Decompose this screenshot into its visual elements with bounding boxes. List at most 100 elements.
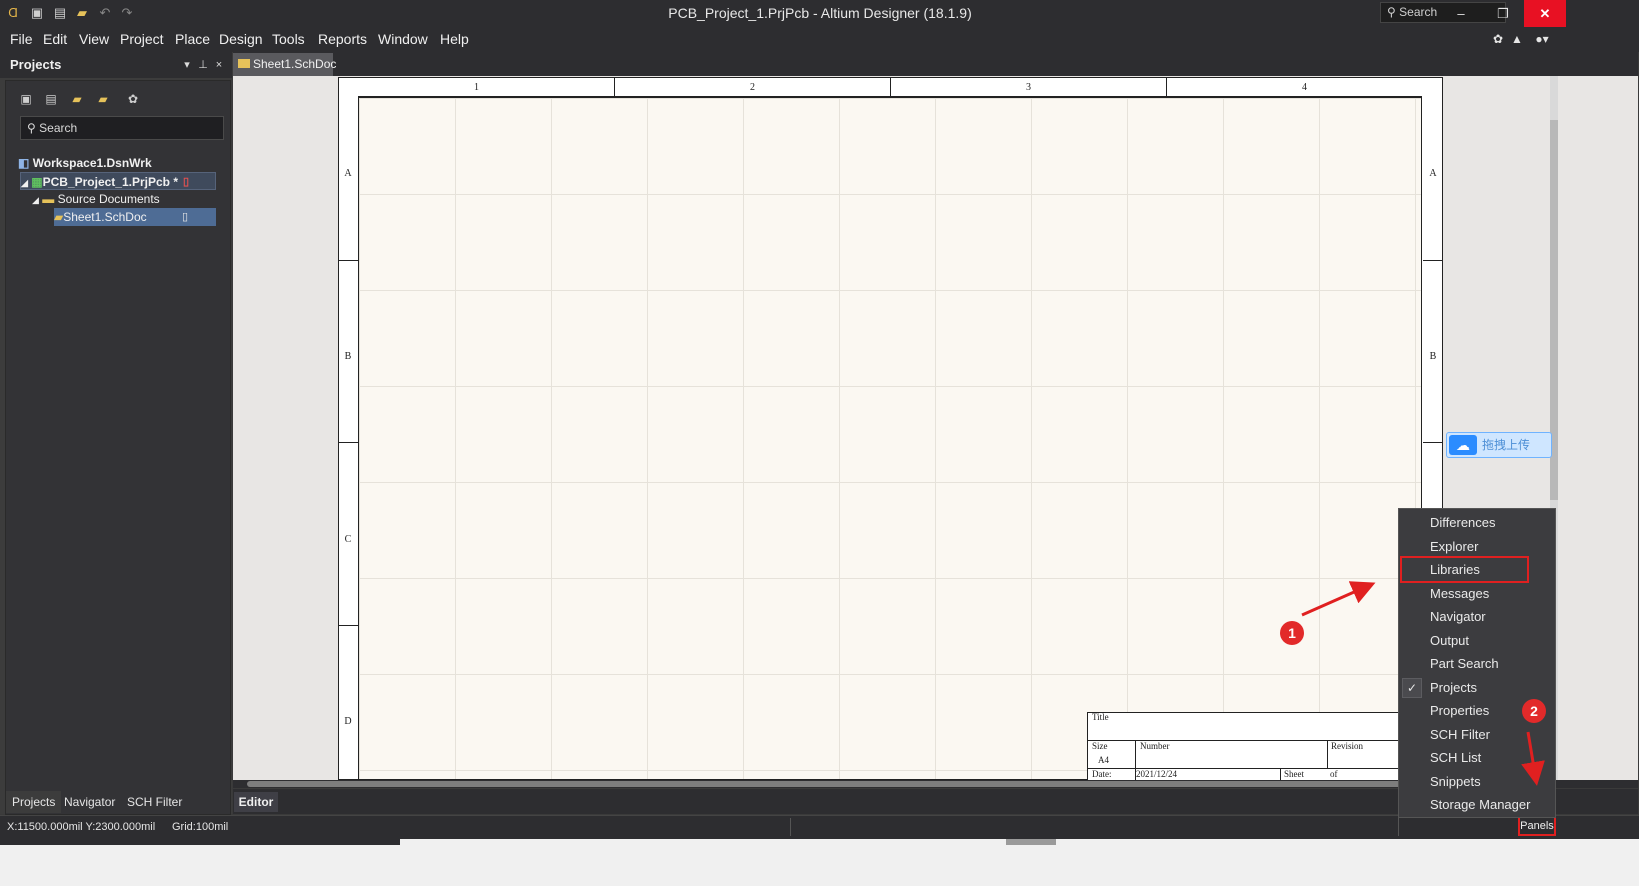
redo-icon[interactable]: ↷ [118, 4, 136, 22]
settings-icon[interactable]: ✿ [1490, 31, 1506, 47]
menu-item-part-search[interactable]: Part Search [1430, 653, 1499, 675]
menu-view[interactable]: View [79, 27, 109, 52]
add-existing-icon[interactable]: ▰ [69, 91, 85, 107]
app-icon[interactable]: Ɑ [4, 4, 22, 22]
menu-item-differences[interactable]: Differences [1430, 512, 1496, 534]
zone-row-c-left: C [344, 534, 352, 545]
notifications-icon[interactable]: ▲ [1509, 31, 1525, 47]
search-icon: ⚲ [1387, 5, 1396, 19]
project-options-gear-icon[interactable]: ✿ [125, 91, 141, 107]
pcb-project-icon: ▦ [31, 175, 43, 189]
menu-tools[interactable]: Tools [272, 27, 305, 52]
open-icon[interactable]: ▰ [73, 4, 91, 22]
zone-divider [339, 442, 358, 443]
tree-item-workspace-label: Workspace1.DsnWrk [32, 156, 152, 170]
taskbar-scroll-thumb[interactable] [1006, 839, 1056, 845]
tree-item-workspace[interactable]: ◧ Workspace1.DsnWrk [18, 154, 152, 172]
tab-sch-filter[interactable]: SCH Filter [121, 791, 188, 813]
cloud-icon: ☁ [1449, 435, 1477, 455]
menu-place[interactable]: Place [175, 27, 210, 52]
checkmark-icon: ✓ [1402, 678, 1422, 698]
zone-col-1: 1 [339, 78, 615, 97]
menu-item-sch-filter[interactable]: SCH Filter [1430, 724, 1490, 746]
menu-item-properties[interactable]: Properties [1430, 700, 1489, 722]
pin-icon[interactable]: ⊥ [196, 56, 210, 74]
title-block-sheet-label: Sheet [1284, 769, 1304, 779]
menu-item-output[interactable]: Output [1430, 630, 1469, 652]
schematic-grid[interactable] [358, 97, 1422, 780]
title-block-date-value: 2021/12/24 [1136, 769, 1178, 779]
menu-window[interactable]: Window [378, 27, 428, 52]
save-icon[interactable]: ▣ [28, 4, 46, 22]
title-block-line [1327, 740, 1328, 768]
zone-row-d-left: D [344, 716, 352, 727]
restore-button[interactable]: ❐ [1482, 0, 1524, 27]
menu-item-explorer[interactable]: Explorer [1430, 536, 1478, 558]
save-all-icon[interactable]: ▤ [51, 4, 69, 22]
title-block-date-label: Date: [1092, 769, 1112, 779]
doc-status-icon: ▯ [182, 211, 189, 223]
annotation-callout-1: 1 [1280, 621, 1304, 645]
menu-item-snippets[interactable]: Snippets [1430, 771, 1481, 793]
horizontal-scrollbar-thumb[interactable] [247, 781, 1407, 787]
tree-item-folder-label: Source Documents [57, 192, 160, 206]
user-account-icon[interactable]: ●▾ [1530, 31, 1554, 47]
tree-item-sheet1[interactable]: ▰Sheet1.SchDoc ▯ [54, 208, 216, 226]
global-search-placeholder: Search [1399, 5, 1438, 19]
tree-item-source-documents[interactable]: ◢ ▬ Source Documents [32, 190, 160, 208]
menu-file[interactable]: File [10, 27, 33, 52]
schematic-doc-icon [238, 59, 250, 68]
save-project-icon[interactable]: ▣ [18, 91, 34, 107]
window-title: PCB_Project_1.PrjPcb - Altium Designer (… [668, 5, 972, 21]
projects-search-input[interactable]: ⚲ Search [20, 116, 224, 140]
compile-icon[interactable]: ▤ [43, 91, 59, 107]
zone-divider [339, 260, 358, 261]
status-separator [1398, 818, 1399, 836]
zone-divider [1423, 260, 1442, 261]
menu-item-sch-list[interactable]: SCH List [1430, 747, 1481, 769]
cloud-upload-label[interactable]: 拖拽上传 [1482, 432, 1530, 458]
title-block-size-label: Size [1092, 741, 1108, 751]
menu-item-storage-manager[interactable]: Storage Manager [1430, 794, 1530, 816]
menu-item-navigator[interactable]: Navigator [1430, 606, 1486, 628]
taskbar-strip [0, 839, 1639, 886]
menu-item-messages[interactable]: Messages [1430, 583, 1489, 605]
panel-menu-chevron-icon[interactable]: ▾ [180, 56, 194, 74]
tab-navigator[interactable]: Navigator [58, 791, 121, 813]
status-coordinates: X:11500.000mil Y:2300.000mil [7, 821, 156, 833]
menu-project[interactable]: Project [120, 27, 164, 52]
status-grid: Grid:100mil [172, 821, 229, 833]
tab-projects[interactable]: Projects [6, 791, 62, 813]
menu-reports[interactable]: Reports [318, 27, 367, 52]
menu-item-projects[interactable]: Projects [1430, 677, 1477, 699]
minimize-button[interactable]: – [1440, 0, 1482, 27]
close-button[interactable]: ✕ [1524, 0, 1566, 27]
workspace-icon: ◧ [18, 156, 30, 170]
folder-icon: ▬ [42, 192, 55, 206]
zone-row-a-right: A [1429, 168, 1437, 179]
zone-row-a-left: A [344, 168, 352, 179]
title-block-of-label: of [1330, 769, 1338, 779]
title-block-title-label: Title [1092, 712, 1109, 722]
menu-design[interactable]: Design [219, 27, 263, 52]
menu-help[interactable]: Help [440, 27, 469, 52]
projects-panel-title: Projects [10, 57, 62, 72]
tree-item-sheet1-label: Sheet1.SchDoc [63, 210, 147, 224]
undo-icon[interactable]: ↶ [96, 4, 114, 22]
tree-item-project[interactable]: ◢ ▦PCB_Project_1.PrjPcb * ▯ [20, 172, 216, 190]
menu-edit[interactable]: Edit [43, 27, 67, 52]
remove-from-project-icon[interactable]: ▰ [95, 91, 111, 107]
panel-close-icon[interactable]: × [212, 56, 226, 74]
taskbar-left-region [0, 839, 400, 845]
tree-item-project-label: PCB_Project_1.PrjPcb * [42, 175, 179, 189]
zone-divider [339, 625, 358, 626]
annotation-arrow-2 [1521, 731, 1545, 786]
panels-button[interactable]: Panels [1518, 816, 1556, 836]
annotation-arrow-1 [1301, 581, 1376, 617]
title-block-size-value: A4 [1098, 755, 1109, 765]
zone-row-b-right: B [1429, 351, 1437, 362]
title-block-line [1087, 768, 1398, 769]
status-separator [790, 818, 791, 836]
tab-editor[interactable]: Editor [234, 792, 278, 812]
schematic-doc-icon: ▰ [54, 210, 64, 224]
